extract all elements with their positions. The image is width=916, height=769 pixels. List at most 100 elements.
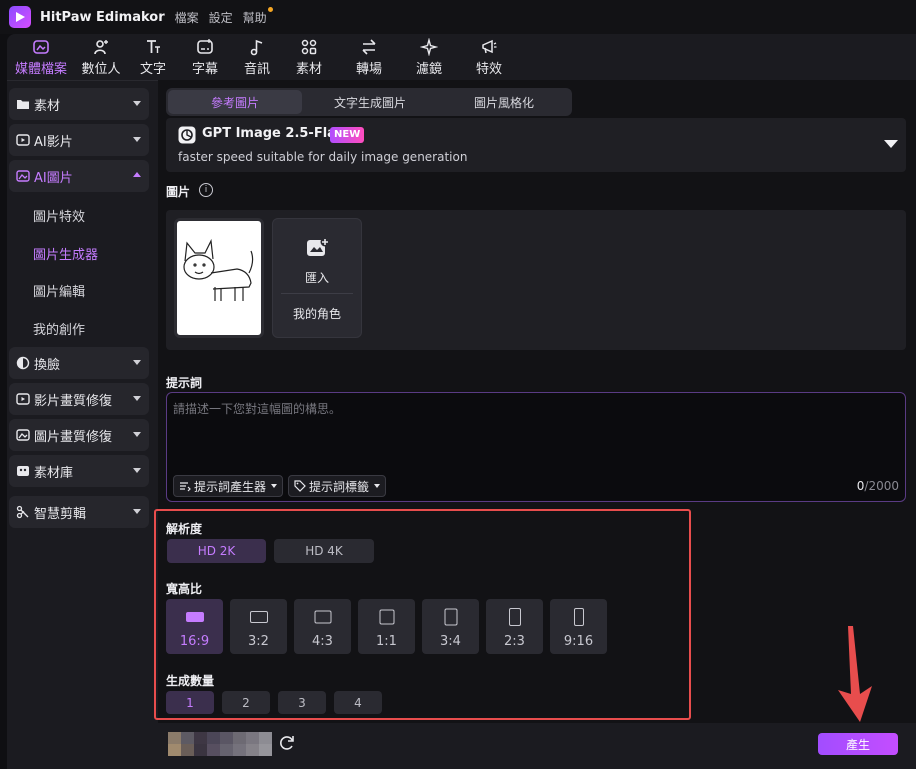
tool-effect[interactable]: 特效 [459,34,519,80]
ai-image-icon [15,168,31,184]
annotation-arrow-icon [838,626,872,722]
chevron-down-icon [133,101,141,106]
video-enhance-icon [15,391,31,407]
prompt-textarea[interactable]: 請描述一下您對這幅圖的構思。 提示詞產生器 提示詞標籤 0/2000 [166,392,906,502]
prompt-tags-label: 提示詞標籤 [309,479,370,494]
title-bar: HitPaw Edimakor 檔案 設定 幫助 [0,0,916,34]
new-badge: NEW [330,127,365,143]
sidebar-item-video-enhance[interactable]: 影片畫質修復 [9,383,149,415]
image-section-label: 圖片 [166,185,191,199]
sidebar-sub-image-effects[interactable]: 圖片特效 [33,206,85,225]
tool-media-label: 媒體檔案 [14,61,67,77]
refresh-icon[interactable] [278,734,296,752]
tool-text[interactable]: 文字 [131,34,175,80]
counter-max: /2000 [864,479,899,493]
sidebar-item-smart-cut[interactable]: 智慧剪輯 [9,496,149,528]
reference-image-thumbnail[interactable] [174,218,264,338]
tool-audio[interactable]: 音訊 [235,34,279,80]
prompt-tags-button[interactable]: 提示詞標籤 [288,475,387,497]
my-character-button[interactable]: 我的角色 [273,305,361,322]
tool-transition-label: 轉場 [355,61,382,77]
tool-avatar-label: 數位人 [81,61,121,77]
tool-subtitle-label: 字幕 [191,61,218,77]
model-name: GPT Image 2.5-Flare [202,126,352,141]
menu-settings[interactable]: 設定 [209,9,233,26]
chevron-down-icon [133,509,141,514]
chevron-down-icon [133,432,141,437]
effect-megaphone-icon [482,39,497,53]
highlight-annotation-box [154,509,691,720]
chevron-down-icon [884,140,898,148]
sidebar-item-materials[interactable]: 素材 [9,88,149,120]
chevron-down-icon [374,484,381,488]
sidebar-item-label: AI影片 [34,134,73,150]
tab-reference-image[interactable]: 參考圖片 [168,90,302,114]
ai-video-icon [15,132,31,148]
sidebar-item-label: 智慧剪輯 [34,506,87,522]
tool-filter-label: 濾鏡 [415,61,442,77]
sidebar-item-image-enhance[interactable]: 圖片畫質修復 [9,419,149,451]
prompt-label: 提示詞 [166,376,203,390]
sidebar-item-ai-image[interactable]: AI圖片 [9,160,149,192]
divider [281,293,353,294]
sidebar-item-face-swap[interactable]: 換臉 [9,347,149,379]
chevron-down-icon [133,468,141,473]
notification-dot [267,6,273,12]
elements-grid-icon [301,39,317,54]
prompt-generator-button[interactable]: 提示詞產生器 [173,475,284,497]
folder-icon [15,96,31,112]
menu-help[interactable]: 幫助 [242,6,273,26]
model-description: faster speed suitable for daily image ge… [178,150,468,164]
main-toolbar: 媒體檔案 數位人 文字 字幕 音訊 素材 轉場 濾鏡 特效 [7,34,916,80]
tool-elements[interactable]: 素材 [279,34,339,80]
sidebar-item-label: 圖片畫質修復 [34,429,113,445]
generator-tabs: 參考圖片 文字生成圖片 圖片風格化 [166,88,572,116]
media-icon [33,39,49,54]
import-label: 匯入 [304,271,329,285]
smart-cut-icon [15,504,31,520]
prompt-placeholder: 請描述一下您對這幅圖的構思。 [173,402,342,416]
sidebar-sub-image-generator[interactable]: 圖片生成器 [33,244,98,263]
chevron-down-icon [133,396,141,401]
sidebar-item-ai-video[interactable]: AI影片 [9,124,149,156]
tab-text-to-image[interactable]: 文字生成圖片 [302,90,438,114]
tool-media[interactable]: 媒體檔案 [11,34,71,80]
tool-avatar[interactable]: 數位人 [71,34,131,80]
list-icon [180,482,191,492]
tool-transition[interactable]: 轉場 [339,34,399,80]
tag-icon [294,480,306,492]
add-image-icon [307,237,330,256]
chevron-down-icon [133,360,141,365]
chevron-up-icon [133,172,141,177]
sidebar-item-label: 素材庫 [34,465,74,481]
tool-effect-label: 特效 [475,61,502,77]
avatar-add-icon [94,39,108,54]
tool-subtitle[interactable]: 字幕 [175,34,235,80]
pixelated-image-preview [168,732,272,756]
cat-sketch-icon [183,238,254,301]
app-name: HitPaw Edimakor [40,9,165,25]
subtitle-icon [197,38,213,54]
model-selector[interactable]: GPT Image 2.5-Flare NEW faster speed sui… [166,118,906,172]
sidebar-item-library[interactable]: 素材庫 [9,455,149,487]
info-icon[interactable]: i [199,183,213,197]
app-logo-icon [9,6,31,28]
prompt-generator-label: 提示詞產生器 [194,479,267,494]
tool-elements-label: 素材 [295,61,322,77]
transition-arrows-icon [362,38,376,55]
generate-button[interactable]: 產生 [818,733,898,755]
sidebar-sub-my-creations[interactable]: 我的創作 [33,319,85,338]
tool-filter[interactable]: 濾鏡 [399,34,459,80]
openai-logo-icon [178,126,196,144]
tab-image-stylize[interactable]: 圖片風格化 [438,90,570,114]
menu-help-label: 幫助 [242,10,267,25]
menu-file[interactable]: 檔案 [175,9,199,26]
sidebar-item-label: 換臉 [34,357,61,373]
tool-text-label: 文字 [139,61,166,77]
sidebar-item-label: 素材 [34,98,61,114]
import-button[interactable]: 匯入 我的角色 [272,218,362,338]
sidebar-item-label: 影片畫質修復 [34,393,113,409]
sidebar-item-label: AI圖片 [34,170,73,186]
chevron-down-icon [133,137,141,142]
sidebar-sub-image-edit[interactable]: 圖片編輯 [33,281,85,300]
